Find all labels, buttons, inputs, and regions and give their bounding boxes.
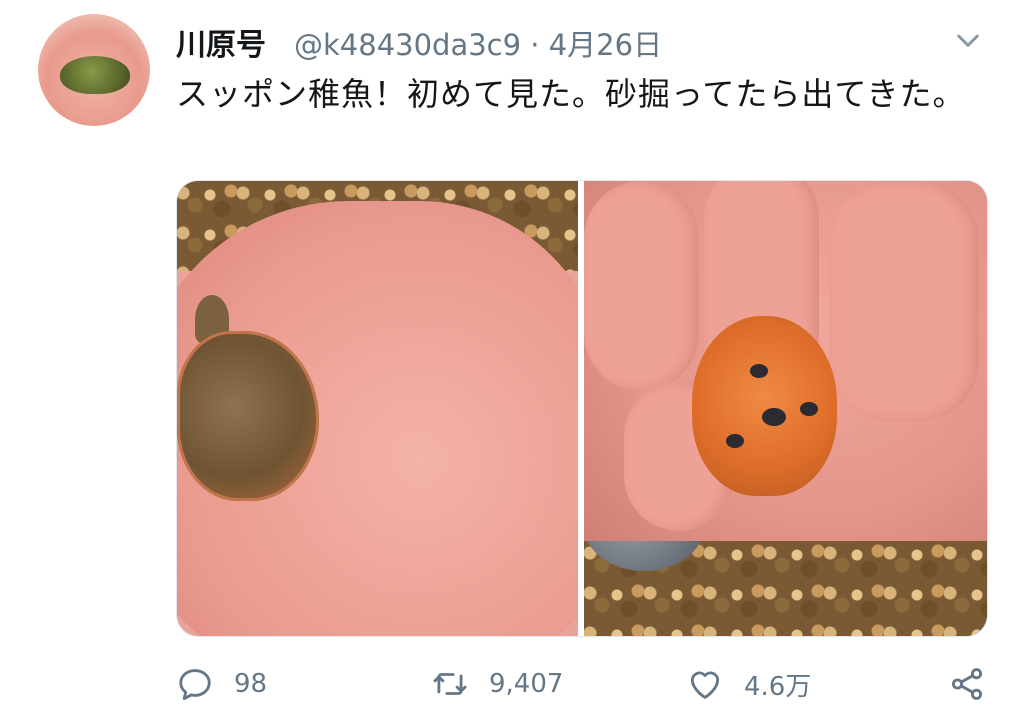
separator: · bbox=[530, 28, 540, 62]
handle-and-date: @k48430da3c9 · 4月26日 bbox=[294, 22, 662, 64]
like-count: 4.6万 bbox=[744, 671, 812, 702]
finger bbox=[829, 181, 979, 421]
tweet-header: 川原号 @k48430da3c9 · 4月26日 bbox=[176, 18, 984, 64]
belly-spot bbox=[762, 408, 786, 426]
reply-count: 98 bbox=[234, 669, 268, 699]
share-icon bbox=[951, 668, 983, 700]
photo-turtle-belly[interactable] bbox=[584, 181, 987, 636]
reply-button[interactable]: 98 bbox=[176, 660, 267, 708]
tweet-actions: 98 9,407 4.6万 bbox=[176, 660, 986, 708]
avatar[interactable] bbox=[38, 14, 150, 126]
reply-icon bbox=[179, 669, 211, 700]
chevron-down-icon[interactable] bbox=[952, 24, 984, 56]
like-button[interactable]: 4.6万 bbox=[686, 660, 811, 708]
belly-spot bbox=[750, 364, 768, 378]
retweet-icon bbox=[433, 673, 467, 695]
retweet-count: 9,407 bbox=[489, 669, 564, 699]
tweet-media[interactable] bbox=[176, 180, 988, 637]
belly-spot bbox=[800, 402, 818, 416]
finger bbox=[584, 181, 699, 391]
retweet-button[interactable]: 9,407 bbox=[431, 660, 563, 708]
photo-turtle-back[interactable] bbox=[177, 181, 578, 636]
heart-icon bbox=[690, 671, 720, 699]
softshell-turtle-belly bbox=[692, 316, 837, 496]
belly-spot bbox=[726, 434, 744, 448]
share-button[interactable] bbox=[948, 660, 986, 708]
handle[interactable]: @k48430da3c9 bbox=[294, 28, 521, 62]
tweet-date[interactable]: 4月26日 bbox=[549, 28, 662, 62]
display-name[interactable]: 川原号 bbox=[176, 20, 266, 64]
avatar-frog-image bbox=[60, 56, 130, 94]
tweet-text: スッポン稚魚！初めて見た。砂掘ってたら出てきた。 bbox=[176, 75, 966, 113]
